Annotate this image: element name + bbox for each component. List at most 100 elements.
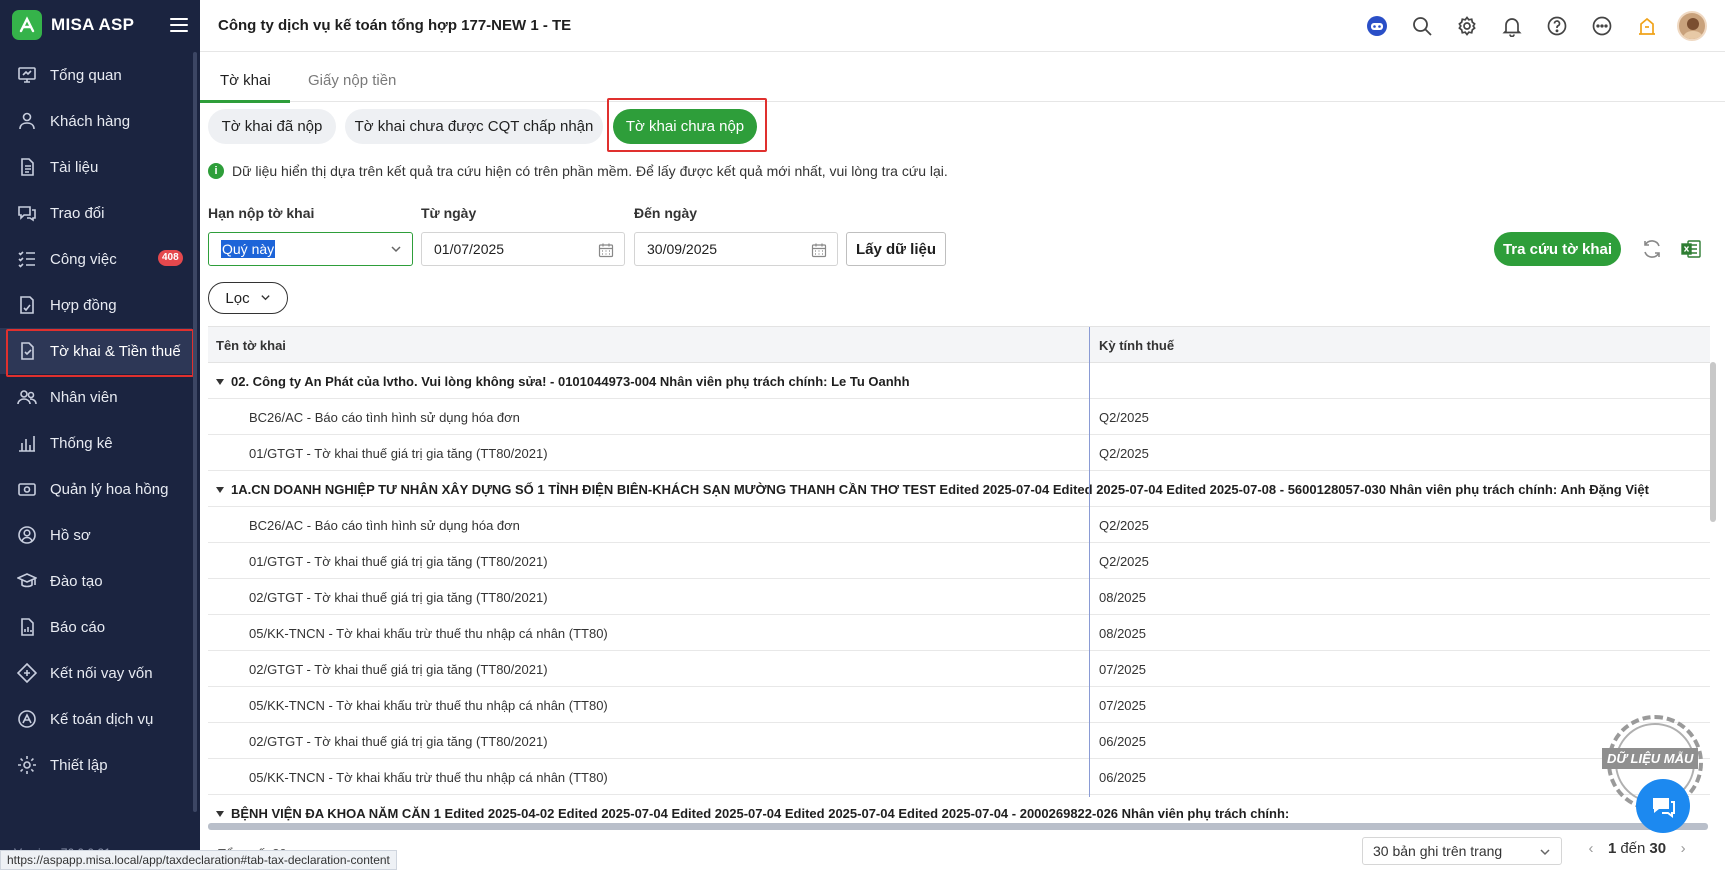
sample-data-label: DỮ LIỆU MẪU [1602, 748, 1699, 769]
dashboard-icon [16, 64, 38, 86]
more-icon[interactable] [1587, 11, 1617, 41]
support-chat-icon[interactable] [1636, 779, 1690, 833]
sidebar-item-thong-ke[interactable]: Thống kê [0, 420, 192, 466]
tax-period: Q2/2025 [1099, 446, 1149, 461]
to-date-input[interactable]: 30/09/2025 [634, 232, 838, 266]
prev-page-icon[interactable]: ‹ [1580, 840, 1602, 857]
sidebar-item-ket-noi-vay-von[interactable]: Kết nối vay vốn [0, 650, 192, 696]
column-header-name[interactable]: Tên tờ khai [216, 338, 286, 353]
info-text: Dữ liệu hiển thị dựa trên kết quả tra cứ… [232, 163, 948, 179]
column-header-period[interactable]: Kỳ tính thuế [1099, 338, 1174, 353]
sidebar-item-dao-tao[interactable]: Đào tạo [0, 558, 192, 604]
subtab-da-nop[interactable]: Tờ khai đã nộp [208, 109, 336, 144]
gear-icon[interactable] [1452, 11, 1482, 41]
sidebar-item-tong-quan[interactable]: Tổng quan [0, 52, 192, 98]
sidebar-item-label: Công việc [50, 250, 117, 268]
tax-period: 08/2025 [1099, 626, 1146, 641]
table-group-row[interactable]: 1A.CN DOANH NGHIỆP TƯ NHÂN XÂY DỰNG SỐ 1… [208, 471, 1710, 507]
deadline-select[interactable]: Quý này [208, 232, 413, 266]
filter-button[interactable]: Lọc [208, 282, 288, 314]
employees-icon [16, 386, 38, 408]
main-tabs: Tờ khai Giấy nộp tiền [200, 60, 1725, 103]
calendar-icon[interactable] [811, 242, 827, 261]
topbar-actions [1347, 11, 1707, 41]
sidebar-item-trao-doi[interactable]: Trao đổi [0, 190, 192, 236]
table-row[interactable]: 02/GTGT - Tờ khai thuế giá trị gia tăng … [208, 579, 1710, 615]
group-title: 1A.CN DOANH NGHIỆP TƯ NHÂN XÂY DỰNG SỐ 1… [216, 482, 1649, 497]
sidebar-item-khach-hang[interactable]: Khách hàng [0, 98, 192, 144]
assistant-robot-icon[interactable] [1362, 11, 1392, 41]
table-vertical-scrollbar[interactable] [1710, 362, 1716, 522]
tax-period: Q2/2025 [1099, 554, 1149, 569]
sidebar-item-label: Thống kê [50, 434, 113, 452]
sidebar-item-cong-viec[interactable]: Công việc 408 [0, 236, 192, 282]
refresh-icon[interactable] [1639, 236, 1665, 262]
table-row[interactable]: 02/GTGT - Tờ khai thuế giá trị gia tăng … [208, 651, 1710, 687]
sidebar-item-tai-lieu[interactable]: Tài liệu [0, 144, 192, 190]
search-icon[interactable] [1407, 11, 1437, 41]
table-row[interactable]: 01/GTGT - Tờ khai thuế giá trị gia tăng … [208, 543, 1710, 579]
cell-text: 02. Công ty An Phát của lvtho. Vui lòng … [231, 374, 910, 389]
expand-caret-icon[interactable] [216, 486, 224, 493]
declaration-name: 01/GTGT - Tờ khai thuế giá trị gia tăng … [249, 446, 548, 461]
company-title[interactable]: Công ty dịch vụ kế toán tổng hợp 177-NEW… [218, 17, 571, 34]
next-page-icon[interactable]: › [1672, 840, 1694, 857]
sidebar-item-nhan-vien[interactable]: Nhân viên [0, 374, 192, 420]
table-horizontal-scrollbar[interactable] [208, 823, 1708, 830]
group-title: 02. Công ty An Phát của lvtho. Vui lòng … [216, 374, 910, 389]
tab-giay-nop-tien[interactable]: Giấy nộp tiền [308, 72, 396, 89]
logo-row: MISA ASP [0, 0, 200, 50]
cell-text: 05/KK-TNCN - Tờ khai khấu trừ thuế thu n… [249, 770, 608, 785]
lookup-declaration-button[interactable]: Tra cứu tờ khai [1494, 232, 1621, 266]
sidebar-item-quan-ly-hoa-hong[interactable]: Quản lý hoa hồng [0, 466, 192, 512]
table-header: Tên tờ khai Kỳ tính thuế [208, 327, 1710, 363]
subtab-chua-duoc-cqt-chap-nhan[interactable]: Tờ khai chưa được CQT chấp nhận [345, 109, 603, 144]
deadline-value: Quý này [221, 240, 276, 258]
table-group-row[interactable]: BỆNH VIỆN ĐA KHOA NĂM CĂN 1 Edited 2025-… [208, 795, 1710, 826]
table-group-row[interactable]: 02. Công ty An Phát của lvtho. Vui lòng … [208, 363, 1710, 399]
cell-text: 01/GTGT - Tờ khai thuế giá trị gia tăng … [249, 446, 548, 461]
calendar-icon[interactable] [598, 242, 614, 261]
page-to: 30 [1649, 840, 1667, 857]
fetch-data-button[interactable]: Lấy dữ liệu [846, 232, 946, 266]
sidebar-item-thiet-lap[interactable]: Thiết lập [0, 742, 192, 788]
sidebar-nav: Tổng quan Khách hàng Tài liệu Trao đổi C… [0, 52, 194, 788]
expand-caret-icon[interactable] [216, 810, 224, 817]
avatar[interactable] [1677, 11, 1707, 41]
tax-period: Q2/2025 [1099, 410, 1149, 425]
expand-caret-icon[interactable] [216, 378, 224, 385]
sidebar-item-label: Tài liệu [50, 158, 99, 176]
excel-export-icon[interactable] [1678, 236, 1704, 262]
table-row[interactable]: 02/GTGT - Tờ khai thuế giá trị gia tăng … [208, 723, 1710, 759]
promotion-icon[interactable] [1632, 11, 1662, 41]
from-date-input[interactable]: 01/07/2025 [421, 232, 625, 266]
profile-icon [16, 524, 38, 546]
status-bar-url: https://aspapp.misa.local/app/taxdeclara… [0, 850, 397, 870]
sidebar-item-to-khai-tien-thue[interactable]: Tờ khai & Tiền thuế [0, 328, 194, 377]
page-size-select[interactable]: 30 bản ghi trên trang [1362, 837, 1562, 865]
table-row[interactable]: 05/KK-TNCN - Tờ khai khấu trừ thuế thu n… [208, 687, 1710, 723]
cell-text: 01/GTGT - Tờ khai thuế giá trị gia tăng … [249, 554, 548, 569]
table-row[interactable]: 01/GTGT - Tờ khai thuế giá trị gia tăng … [208, 435, 1710, 471]
table-row[interactable]: BC26/AC - Báo cáo tình hình sử dụng hóa … [208, 399, 1710, 435]
sidebar-item-label: Quản lý hoa hồng [50, 480, 169, 498]
info-message: i Dữ liệu hiển thị dựa trên kết quả tra … [208, 163, 948, 179]
misa-logo-icon [12, 10, 42, 40]
sidebar-item-bao-cao[interactable]: Báo cáo [0, 604, 192, 650]
chevron-down-icon [1539, 845, 1551, 861]
help-icon[interactable] [1542, 11, 1572, 41]
sidebar-scrollbar[interactable] [193, 52, 197, 812]
tax-period: 06/2025 [1099, 770, 1146, 785]
sidebar-item-hop-dong[interactable]: Hợp đồng [0, 282, 192, 328]
sidebar-item-label: Kết nối vay vốn [50, 664, 153, 682]
sidebar-item-ke-toan-dich-vu[interactable]: Kế toán dịch vụ [0, 696, 192, 742]
tab-to-khai[interactable]: Tờ khai [220, 72, 271, 89]
bell-icon[interactable] [1497, 11, 1527, 41]
user-icon [16, 110, 38, 132]
highlight-box [607, 98, 767, 152]
sidebar-item-ho-so[interactable]: Hồ sơ [0, 512, 192, 558]
table-row[interactable]: BC26/AC - Báo cáo tình hình sử dụng hóa … [208, 507, 1710, 543]
menu-toggle-icon[interactable] [170, 18, 188, 32]
table-row[interactable]: 05/KK-TNCN - Tờ khai khấu trừ thuế thu n… [208, 615, 1710, 651]
table-row[interactable]: 05/KK-TNCN - Tờ khai khấu trừ thuế thu n… [208, 759, 1710, 795]
